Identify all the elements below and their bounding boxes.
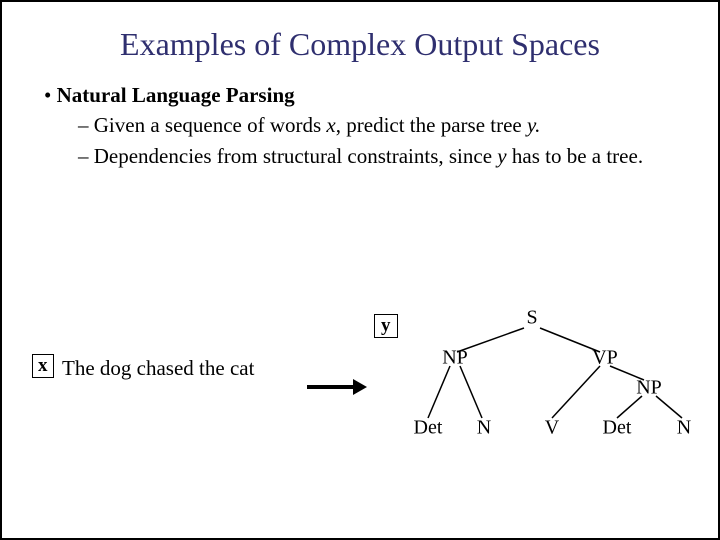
- bullet-main: Natural Language Parsing: [44, 81, 688, 109]
- var-x: x: [326, 113, 335, 137]
- bullet-sub-1: Given a sequence of words x, predict the…: [78, 111, 688, 139]
- text: Given a sequence of words: [94, 113, 327, 137]
- parse-tree: S NP VP NP Det N V Det N: [402, 308, 702, 478]
- bullet-sub-2: Dependencies from structural constraints…: [78, 142, 688, 170]
- node-v: V: [545, 417, 559, 440]
- arrow-head: [353, 379, 367, 395]
- example-area: x The dog chased the cat y S NP VP NP De…: [32, 322, 692, 502]
- var-y: y.: [527, 113, 540, 137]
- input-sentence: The dog chased the cat: [62, 356, 254, 381]
- node-s: S: [526, 307, 537, 330]
- node-det-1: Det: [414, 417, 443, 440]
- y-label-box: y: [374, 314, 398, 338]
- text: has to be a tree.: [507, 144, 643, 168]
- node-n-1: N: [477, 417, 491, 440]
- node-det-2: Det: [603, 417, 632, 440]
- text: Dependencies from structural constraints…: [94, 144, 498, 168]
- arrow-line: [307, 385, 355, 389]
- x-label-box: x: [32, 354, 54, 378]
- bullet-list: Natural Language Parsing Given a sequenc…: [38, 81, 688, 170]
- node-np-2: NP: [636, 377, 662, 400]
- node-np-1: NP: [442, 347, 468, 370]
- slide: Examples of Complex Output Spaces Natura…: [0, 0, 720, 540]
- text: , predict the parse tree: [336, 113, 527, 137]
- node-vp: VP: [592, 347, 618, 370]
- var-y: y: [497, 144, 506, 168]
- slide-title: Examples of Complex Output Spaces: [32, 26, 688, 63]
- arrow-icon: [307, 380, 367, 394]
- node-n-2: N: [677, 417, 691, 440]
